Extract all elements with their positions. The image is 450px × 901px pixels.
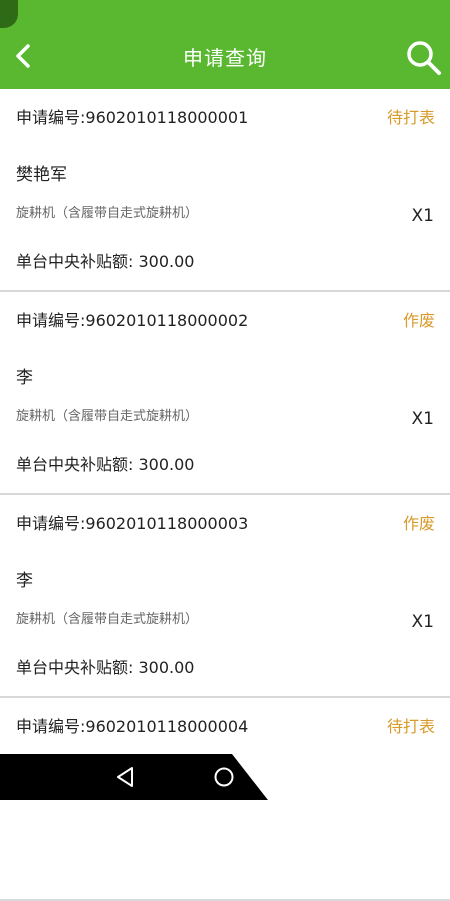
status-badge: 作废 [402, 514, 435, 533]
triangle-back-icon [117, 767, 133, 787]
system-navigation-bar [0, 754, 450, 800]
page-title: 申请查询 [183, 46, 267, 70]
status-badge: 作废 [402, 311, 435, 330]
top-app-bar: 申请查询 [0, 0, 450, 89]
subsidy-amount: 单台中央补贴额: 300.00 [16, 252, 195, 271]
applicant-name: 樊艳军 [16, 165, 67, 185]
product-name: 旋耕机（含履带自走式旋耕机） [16, 206, 199, 221]
applicant-name: 李 [16, 571, 33, 591]
nav-back-button[interactable] [113, 765, 137, 789]
search-icon [407, 41, 441, 75]
application-number: 申请编号:9602010118000003 [16, 514, 249, 533]
status-badge: 待打表 [386, 717, 435, 736]
search-button[interactable] [404, 38, 444, 78]
list-item[interactable]: 申请编号:9602010118000002 作废 李 旋耕机（含履带自走式旋耕机… [0, 292, 450, 495]
quantity: X1 [411, 206, 434, 226]
quantity: X1 [411, 612, 434, 632]
quantity: X1 [411, 409, 434, 429]
status-bar-fragment [0, 0, 18, 28]
applicant-name: 李 [16, 368, 33, 388]
list-item[interactable]: 申请编号:9602010118000003 作废 李 旋耕机（含履带自走式旋耕机… [0, 495, 450, 698]
application-number: 申请编号:9602010118000001 [16, 108, 249, 127]
nav-home-button[interactable] [213, 766, 235, 788]
status-badge: 待打表 [386, 108, 435, 127]
subsidy-amount: 单台中央补贴额: 300.00 [16, 658, 195, 677]
subsidy-amount: 单台中央补贴额: 300.00 [16, 455, 195, 474]
list-item[interactable]: 申请编号:9602010118000001 待打表 樊艳军 旋耕机（含履带自走式… [0, 89, 450, 292]
product-name: 旋耕机（含履带自走式旋耕机） [16, 409, 199, 424]
application-number: 申请编号:9602010118000004 [16, 717, 249, 736]
circle-home-icon [214, 767, 234, 787]
overlay-shape [232, 754, 450, 800]
product-name: 旋耕机（含履带自走式旋耕机） [16, 612, 199, 627]
application-number: 申请编号:9602010118000002 [16, 311, 249, 330]
